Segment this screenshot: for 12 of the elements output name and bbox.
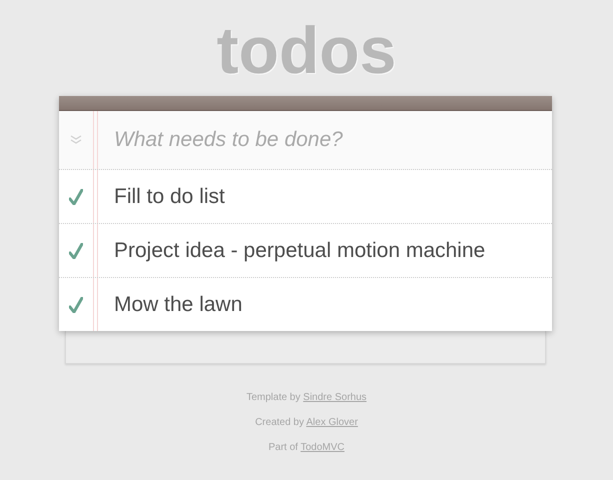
- footer-credit: Created by Alex Glover: [255, 417, 358, 428]
- todo-label[interactable]: Project idea - perpetual motion machine: [114, 238, 486, 262]
- new-todo-field[interactable]: What needs to be done?: [114, 128, 542, 152]
- check-icon[interactable]: [69, 296, 83, 312]
- todo-label[interactable]: Fill to do list: [114, 184, 225, 208]
- todo-label[interactable]: Mow the lawn: [114, 292, 242, 316]
- check-icon[interactable]: [69, 242, 83, 258]
- footer-credit: Template by Sindre Sorhus: [246, 392, 367, 403]
- chevron-down-icon[interactable]: [70, 135, 82, 145]
- footer-credit: Part of TodoMVC: [268, 442, 344, 453]
- new-todo-row[interactable]: What needs to be done?: [59, 111, 552, 170]
- check-icon[interactable]: [69, 188, 83, 204]
